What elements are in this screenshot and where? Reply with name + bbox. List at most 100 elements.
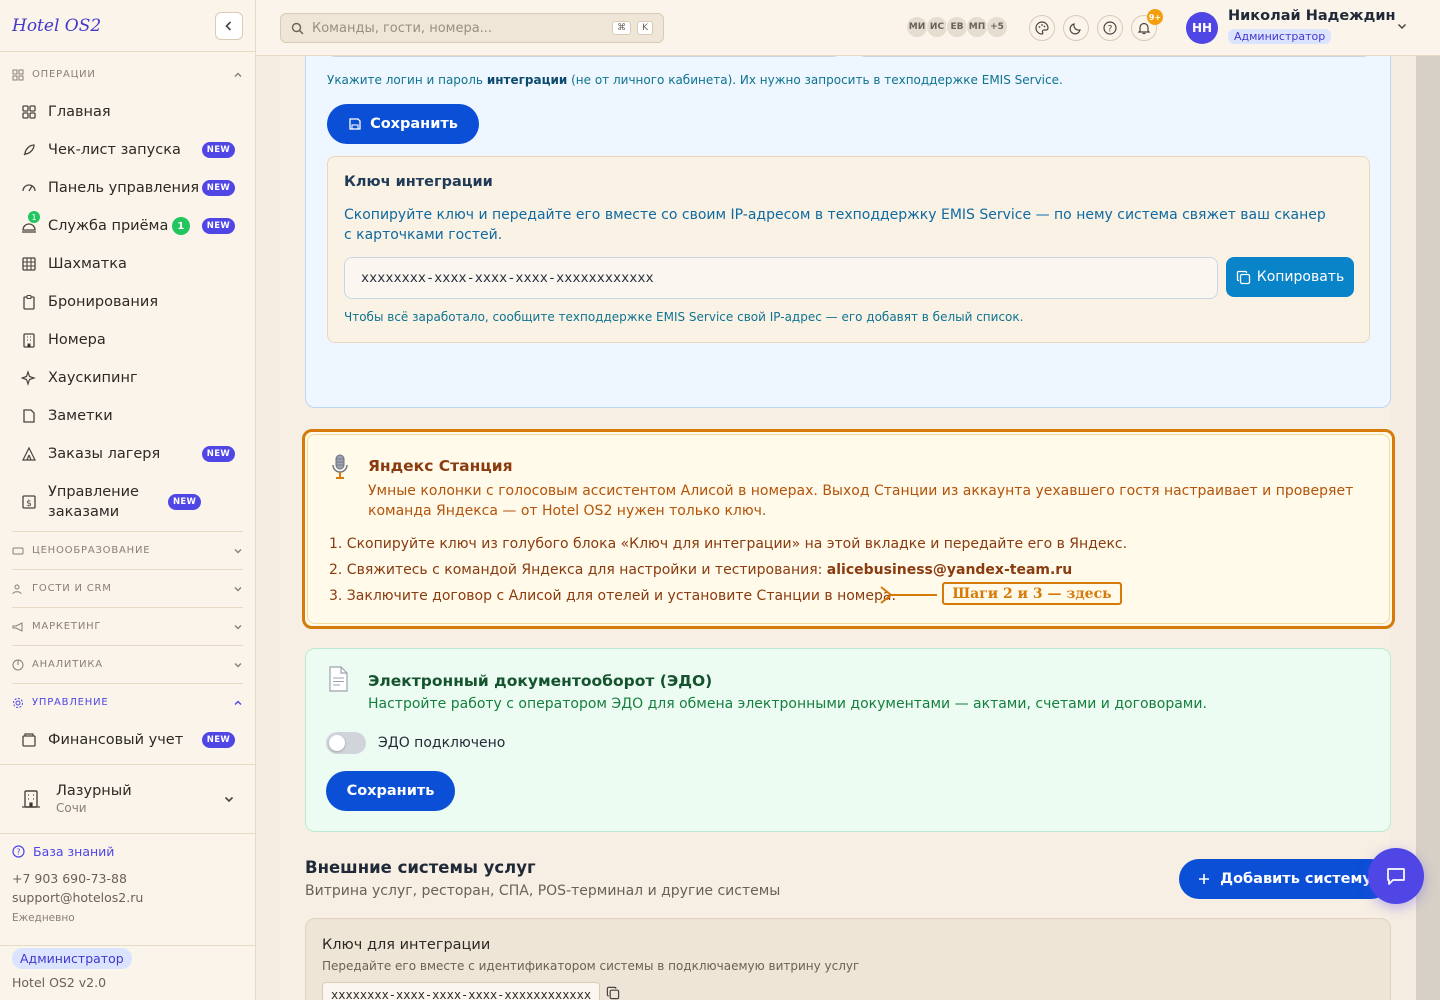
users-icon xyxy=(12,584,22,594)
chevron-down-icon xyxy=(234,586,242,591)
password-field[interactable]: ••••••••••••••••• xyxy=(857,56,1371,57)
user-avatar[interactable]: МП xyxy=(966,16,988,38)
sidebar-item-notes[interactable]: Заметки xyxy=(0,397,255,435)
sidebar-item-label: Финансовый учет xyxy=(48,732,184,748)
sidebar-item-front-desk[interactable]: 1 Служба приёма 1 NEW xyxy=(0,207,255,245)
hotel-city: Сочи xyxy=(56,801,87,815)
chevron-up-icon xyxy=(234,72,242,77)
copy-key-button[interactable]: Копировать xyxy=(1226,257,1354,297)
external-key-field[interactable]: xxxxxxxx-xxxx-xxxx-xxxx-xxxxxxxxxxxx xyxy=(322,982,601,1000)
table-icon xyxy=(20,255,38,273)
section-operations[interactable]: ОПЕРАЦИИ xyxy=(0,56,255,93)
megaphone-icon xyxy=(12,621,23,632)
chevron-down-icon[interactable] xyxy=(1396,20,1408,32)
hotel-switcher[interactable]: Лазурный Сочи xyxy=(0,764,255,834)
integration-key-box: Ключ интеграции Скопируйте ключ и переда… xyxy=(327,156,1370,343)
topbar: Команды, гости, номера... ⌘ K МИ ИС ЕВ М… xyxy=(256,0,1440,56)
section-label: ОПЕРАЦИИ xyxy=(32,69,96,80)
hotel-building-icon xyxy=(22,790,40,808)
user-name[interactable]: Николай Надеждин xyxy=(1228,8,1396,24)
user-avatar[interactable]: ИС xyxy=(926,16,948,38)
notifications-button[interactable]: 9+ xyxy=(1131,9,1163,41)
add-system-button[interactable]: Добавить систему xyxy=(1179,859,1391,899)
user-avatar[interactable]: ЕВ xyxy=(946,16,968,38)
help-circle-icon: ? xyxy=(12,845,25,858)
microphone-icon xyxy=(329,454,351,485)
toggle-knob xyxy=(329,735,345,751)
sidebar-item-checklist[interactable]: Чек-лист запуска NEW xyxy=(0,131,255,169)
help-button[interactable]: ? xyxy=(1097,15,1123,41)
command-search[interactable]: Команды, гости, номера... ⌘ K xyxy=(280,13,664,43)
sparkles-icon xyxy=(20,369,38,387)
sidebar-item-label: Хаускипинг xyxy=(48,370,138,386)
edo-toggle[interactable] xyxy=(326,732,366,754)
section-guests[interactable]: ГОСТИ И CRM xyxy=(0,570,255,607)
external-key-title: Ключ для интеграции xyxy=(322,937,491,953)
sidebar-item-bookings[interactable]: Бронирования xyxy=(0,283,255,321)
copy-icon xyxy=(1236,270,1250,284)
new-badge: NEW xyxy=(201,732,235,748)
online-users[interactable]: МИ ИС ЕВ МП +5 xyxy=(906,16,1008,38)
tag-icon xyxy=(12,547,24,554)
kbd-cmd: ⌘ xyxy=(612,21,632,35)
sidebar-item-home[interactable]: Главная xyxy=(0,93,255,131)
knowledge-base-link[interactable]: ? База знаний xyxy=(12,842,143,861)
new-badge: NEW xyxy=(201,218,235,234)
sidebar-item-rooms[interactable]: Номера xyxy=(0,321,255,359)
copy-icon[interactable] xyxy=(606,986,620,1000)
sidebar-item-chessboard[interactable]: Шахматка xyxy=(0,245,255,283)
save-edo-button[interactable]: Сохранить xyxy=(326,771,455,811)
brand: Hotel OS2 xyxy=(0,0,255,52)
yandex-email-link[interactable]: alicebusiness@yandex-team.ru xyxy=(827,562,1072,578)
section-label: АНАЛИТИКА xyxy=(32,659,103,670)
section-management[interactable]: УПРАВЛЕНИЕ xyxy=(0,684,255,721)
edo-toggle-label: ЭДО подключено xyxy=(378,735,506,751)
dark-mode-button[interactable] xyxy=(1063,15,1089,41)
sidebar-item-order-management[interactable]: $ Управление заказами NEW xyxy=(0,473,255,531)
support-hours: Ежедневно xyxy=(12,912,75,924)
mini-count-badge: 1 xyxy=(28,211,40,223)
support-email[interactable]: support@hotelos2.ru xyxy=(12,888,143,907)
clipboard-icon xyxy=(20,293,38,311)
section-pricing[interactable]: ЦЕНООБРАЗОВАНИЕ xyxy=(0,532,255,569)
collapse-sidebar-button[interactable] xyxy=(215,11,243,40)
save-label: Сохранить xyxy=(346,783,435,799)
yandex-step-2: 2. Свяжитесь с командой Яндекса для наст… xyxy=(329,557,1127,583)
new-badge: NEW xyxy=(201,446,235,462)
save-emis-button[interactable]: Сохранить xyxy=(327,104,479,144)
theme-palette-button[interactable] xyxy=(1029,15,1055,41)
main-content: emis-hotel-lazurny ••••••••••••••••• Ука… xyxy=(256,56,1440,1000)
section-marketing[interactable]: МАРКЕТИНГ xyxy=(0,608,255,645)
sidebar-item-label: Главная xyxy=(48,104,111,120)
scrollbar-track[interactable] xyxy=(1416,56,1440,1000)
edo-card: Электронный документооборот (ЭДО) Настро… xyxy=(305,648,1391,832)
sidebar-item-camp-orders[interactable]: Заказы лагеря NEW xyxy=(0,435,255,473)
section-analytics[interactable]: АНАЛИТИКА xyxy=(0,646,255,683)
chat-support-button[interactable] xyxy=(1368,848,1424,904)
login-field[interactable]: emis-hotel-lazurny xyxy=(327,56,841,57)
role-block: Администратор Hotel OS2 v2.0 xyxy=(0,945,255,990)
svg-text:?: ? xyxy=(1108,25,1113,35)
sidebar-item-label: Заметки xyxy=(48,408,113,424)
knowledge-base-label: База знаний xyxy=(33,844,115,859)
integration-key-field[interactable]: xxxxxxxx-xxxx-xxxx-xxxx-xxxxxxxxxxxx xyxy=(344,257,1218,299)
user-avatar-main[interactable]: НН xyxy=(1186,12,1218,44)
step-text: 2. Свяжитесь с командой Яндекса для наст… xyxy=(329,562,827,578)
support-phone[interactable]: +7 903 690-73-88 xyxy=(12,869,143,888)
sidebar-item-label: Бронирования xyxy=(48,294,159,310)
sidebar-item-label: Панель управления xyxy=(48,180,200,196)
yandex-title: Яндекс Станция xyxy=(368,457,513,475)
more-users-avatar[interactable]: +5 xyxy=(986,16,1008,38)
sidebar-item-label: Чек-лист запуска xyxy=(48,142,181,158)
external-key-description: Передайте его вместе с идентификатором с… xyxy=(322,959,860,973)
app-title[interactable]: Hotel OS2 xyxy=(12,16,215,36)
user-avatar[interactable]: МИ xyxy=(906,16,928,38)
sidebar-item-finance[interactable]: Финансовый учет NEW xyxy=(0,721,255,759)
external-systems-title: Внешние системы услуг xyxy=(305,858,536,877)
sidebar-item-dashboard[interactable]: Панель управления NEW xyxy=(0,169,255,207)
chat-icon xyxy=(1387,868,1405,885)
new-badge: NEW xyxy=(201,180,235,196)
moon-icon xyxy=(1069,23,1081,35)
sidebar: Hotel OS2 ОПЕРАЦИИ Главная Чек-лист запу… xyxy=(0,0,256,1000)
sidebar-item-housekeeping[interactable]: Хаускипинг xyxy=(0,359,255,397)
